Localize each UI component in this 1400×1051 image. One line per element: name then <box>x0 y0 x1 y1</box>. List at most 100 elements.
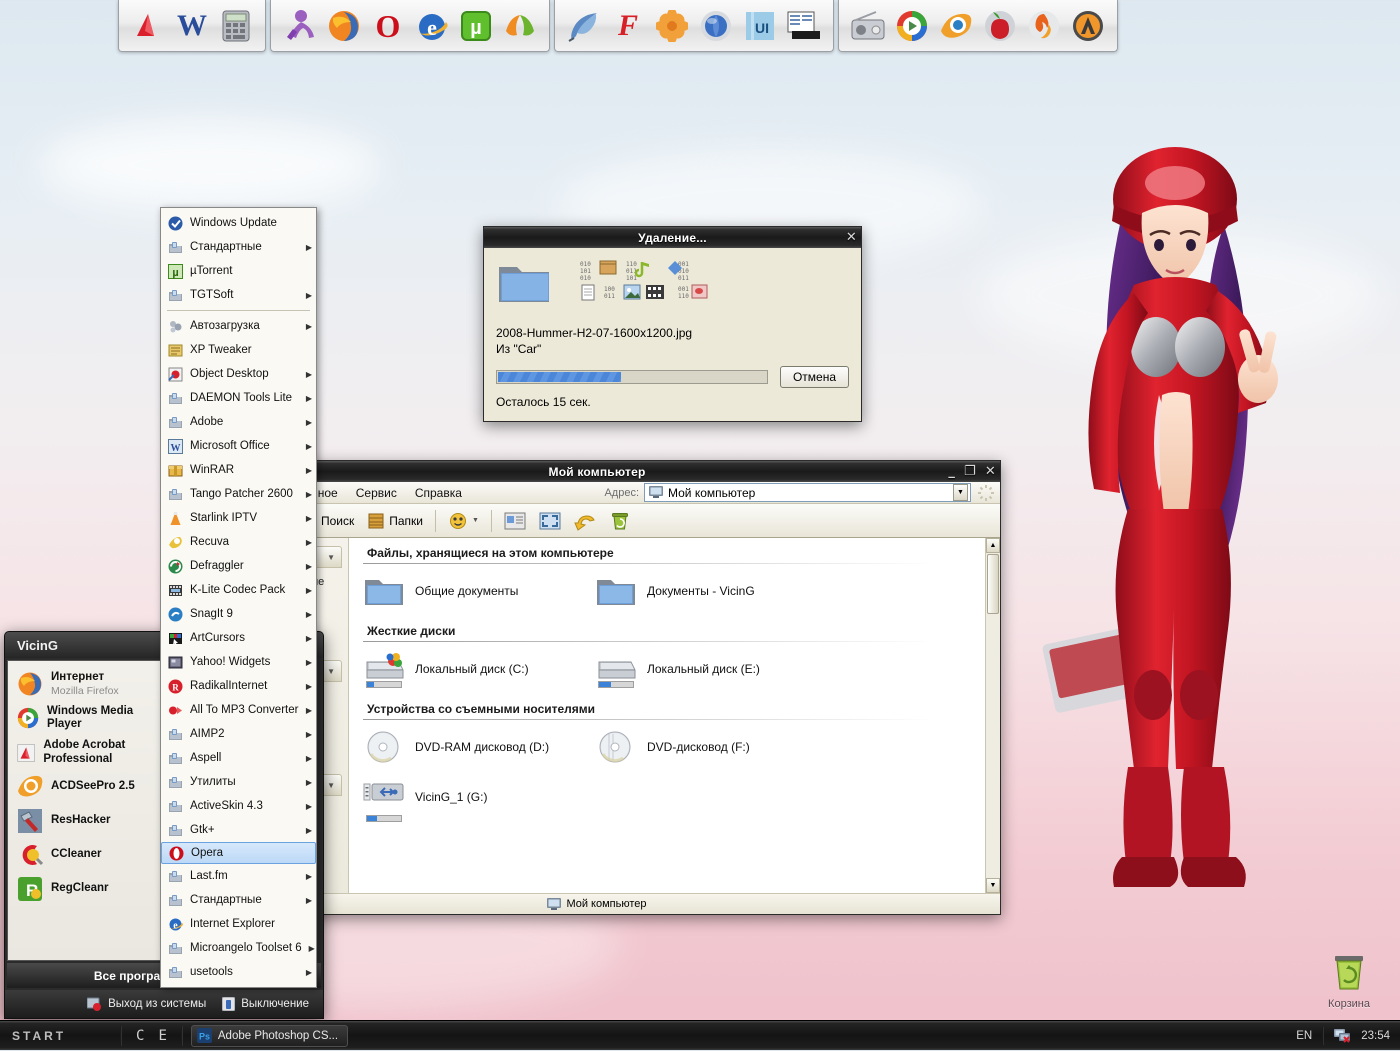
aimp-icon[interactable] <box>1069 7 1107 45</box>
start-menu-item-regcleanr[interactable]: R RegCleanr <box>12 872 157 906</box>
file-list-pane[interactable]: Файлы, хранящиеся на этом компьютере Общ… <box>349 538 985 893</box>
program-menu-item[interactable]: Стандартные ▶ <box>161 888 316 912</box>
chevron-down-icon[interactable]: ▼ <box>327 553 335 562</box>
program-menu-item[interactable]: Last.fm ▶ <box>161 864 316 888</box>
program-menu-item[interactable]: DAEMON Tools Lite ▶ <box>161 386 316 410</box>
quicklaunch-c-icon[interactable]: C <box>136 1028 144 1044</box>
taskbar-task-photoshop[interactable]: Ps Adobe Photoshop CS... <box>190 1024 349 1047</box>
chevron-down-icon[interactable]: ▼ <box>472 517 479 524</box>
opera-icon[interactable]: O <box>369 7 407 45</box>
start-menu-item-reshacker[interactable]: ResHacker <box>12 804 157 838</box>
vertical-scrollbar[interactable]: ▲ ▼ <box>985 538 1000 893</box>
views-button[interactable]: ▼ <box>443 509 484 533</box>
language-indicator[interactable]: EN <box>1296 1030 1312 1042</box>
recycle-bin[interactable]: Корзина <box>1312 951 1386 1010</box>
start-menu-item-wmp[interactable]: Windows Media Player <box>12 701 157 735</box>
menu-item-help[interactable]: Справка <box>406 484 471 502</box>
program-menu-item[interactable]: Object Desktop ▶ <box>161 362 316 386</box>
start-menu-item-acdsee[interactable]: ACDSeePro 2.5 <box>12 770 157 804</box>
feather-icon[interactable] <box>565 7 603 45</box>
program-menu-item[interactable]: R RadikalInternet ▶ <box>161 674 316 698</box>
shutdown-button[interactable]: Выключение <box>222 997 309 1011</box>
list-item[interactable]: DVD-RAM дисковод (D:) <box>363 730 595 764</box>
start-button[interactable]: START <box>0 1021 118 1051</box>
program-menu-item[interactable]: Starlink IPTV ▶ <box>161 506 316 530</box>
close-icon[interactable]: ✕ <box>846 231 857 244</box>
program-menu-item[interactable]: All To MP3 Converter ▶ <box>161 698 316 722</box>
program-menu-item[interactable]: W Microsoft Office ▶ <box>161 434 316 458</box>
undo-button[interactable] <box>569 508 601 534</box>
delete-button[interactable] <box>604 508 636 534</box>
windows-media-player-icon[interactable] <box>893 7 931 45</box>
quicklaunch-e-icon[interactable]: E <box>158 1028 166 1044</box>
program-menu-item[interactable]: SnagIt 9 ▶ <box>161 602 316 626</box>
program-menu-item[interactable]: K-Lite Codec Pack ▶ <box>161 578 316 602</box>
chevron-down-icon[interactable]: ▼ <box>327 667 335 676</box>
list-item[interactable]: Общие документы <box>363 574 595 608</box>
fl-studio-icon[interactable] <box>981 7 1019 45</box>
fullscreen-button[interactable] <box>534 508 566 534</box>
close-icon[interactable]: ✕ <box>985 465 996 478</box>
program-menu-item[interactable]: Opera <box>161 842 316 864</box>
program-menu-item[interactable]: Автозагрузка ▶ <box>161 314 316 338</box>
list-item[interactable]: Локальный диск (C:) <box>363 652 595 688</box>
program-menu-item[interactable]: TGTSoft ▶ <box>161 283 316 307</box>
program-menu-item[interactable]: Microangelo Toolset 6 ▶ <box>161 936 316 960</box>
program-menu-item[interactable]: Adobe ▶ <box>161 410 316 434</box>
program-menu-item[interactable]: µ µTorrent <box>161 259 316 283</box>
clock[interactable]: 23:54 <box>1361 1030 1390 1042</box>
seamonkey-icon[interactable] <box>501 7 539 45</box>
nero-icon[interactable] <box>1025 7 1063 45</box>
scroll-down-button[interactable]: ▼ <box>986 878 1000 893</box>
list-item[interactable]: VicinG_1 (G:) <box>363 780 595 822</box>
address-bar[interactable]: Адрес: Мой компьютер ▼ <box>604 483 1000 503</box>
flash-icon[interactable]: F <box>609 7 647 45</box>
program-menu-item[interactable]: Yahoo! Widgets ▶ <box>161 650 316 674</box>
program-menu-item[interactable]: Windows Update <box>161 211 316 235</box>
scrollbar-track[interactable] <box>986 553 1000 878</box>
window-list-icon[interactable] <box>785 7 823 45</box>
maximize-icon[interactable]: ❐ <box>964 465 976 478</box>
start-menu-item-acrobat[interactable]: Adobe Acrobat Professional <box>12 735 157 769</box>
program-menu-item[interactable]: Утилиты ▶ <box>161 770 316 794</box>
flower-icon[interactable] <box>653 7 691 45</box>
program-menu-item[interactable]: Tango Patcher 2600 ▶ <box>161 482 316 506</box>
network-disconnected-icon[interactable] <box>1334 1028 1351 1043</box>
list-item[interactable]: DVD-дисковод (F:) <box>595 730 827 764</box>
menu-item-tools[interactable]: Сервис <box>347 484 406 502</box>
program-menu-item[interactable]: Defraggler ▶ <box>161 554 316 578</box>
word-icon[interactable]: W <box>173 7 211 45</box>
miranda-icon[interactable] <box>281 7 319 45</box>
utorrent-icon[interactable]: µ <box>457 7 495 45</box>
program-menu-item[interactable]: ArtCursors ▶ <box>161 626 316 650</box>
ui-icon[interactable]: UI <box>741 7 779 45</box>
acdsee-icon[interactable] <box>937 7 975 45</box>
cancel-button[interactable]: Отмена <box>779 366 849 388</box>
radio-icon[interactable] <box>849 7 887 45</box>
chevron-down-icon[interactable]: ▼ <box>953 484 968 501</box>
chevron-down-icon[interactable]: ▼ <box>327 781 335 790</box>
program-menu-item[interactable]: ActiveSkin 4.3 ▶ <box>161 794 316 818</box>
list-item[interactable]: Локальный диск (E:) <box>595 652 827 688</box>
log-off-button[interactable]: Выход из системы <box>87 997 206 1011</box>
minimize-icon[interactable]: _ <box>948 465 955 478</box>
program-menu-item[interactable]: WinRAR ▶ <box>161 458 316 482</box>
program-menu-item[interactable]: Recuva ▶ <box>161 530 316 554</box>
list-item[interactable]: Документы - VicinG <box>595 574 827 608</box>
program-menu-item[interactable]: XP Tweaker <box>161 338 316 362</box>
start-menu-item-internet[interactable]: Интернет Mozilla Firefox <box>12 667 157 701</box>
internet-explorer-icon[interactable]: e <box>413 7 451 45</box>
globe-icon[interactable] <box>697 7 735 45</box>
scroll-up-button[interactable]: ▲ <box>986 538 1000 553</box>
desktop-dock[interactable]: W O e µ F UI <box>118 0 1118 52</box>
program-menu-item[interactable]: usetools ▶ <box>161 960 316 984</box>
program-menu-item[interactable]: Стандартные ▶ <box>161 235 316 259</box>
program-menu-item[interactable]: Gtk+ ▶ <box>161 818 316 842</box>
calculator-icon[interactable] <box>217 7 255 45</box>
firefox-icon[interactable] <box>325 7 363 45</box>
start-menu-item-ccleaner[interactable]: CCleaner <box>12 838 157 872</box>
program-menu-item[interactable]: AIMP2 ▶ <box>161 722 316 746</box>
address-input[interactable]: Мой компьютер ▼ <box>644 483 971 502</box>
folders-button[interactable]: Папки <box>362 509 428 533</box>
properties-button[interactable] <box>499 508 531 534</box>
